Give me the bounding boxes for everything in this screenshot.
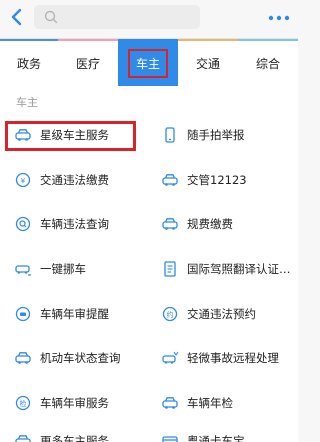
accident-icon <box>161 349 179 367</box>
service-label: 随手拍举报 <box>187 128 245 142</box>
service-item-annual-reminder[interactable]: 车辆年审提醒 <box>14 295 144 333</box>
service-item-annual-service[interactable]: 检 车辆年审服务 <box>14 384 144 422</box>
car-icon <box>161 171 179 189</box>
more-icon[interactable] <box>268 10 290 24</box>
service-item-violation-fee[interactable]: ¥ 交通违法缴费 <box>14 161 144 199</box>
list-row: 车辆违法查询 规费缴费 <box>0 205 298 243</box>
service-label: 更多车主服务 <box>40 434 109 442</box>
tab-label: 车主 <box>127 48 168 78</box>
top-bar <box>0 0 298 36</box>
service-label: 机动车状态查询 <box>40 351 121 365</box>
document-icon <box>161 260 179 278</box>
service-item-move-car[interactable]: 一键挪车 <box>14 250 144 288</box>
service-label: 车辆年审服务 <box>40 396 109 410</box>
reminder-icon <box>14 305 32 323</box>
service-item-accident[interactable]: 轻微事故远程处理 <box>161 339 293 377</box>
list-row: 机动车状态查询 轻微事故远程处理 <box>0 339 298 377</box>
tab-general[interactable]: 综合 <box>238 39 298 87</box>
car-icon <box>14 432 32 442</box>
service-label: 交通违法预约 <box>187 307 256 321</box>
service-label: 车辆年审提醒 <box>40 307 109 321</box>
list-row: 检 车辆年审服务 车辆年检 <box>0 384 298 422</box>
service-label: 交通违法缴费 <box>40 173 109 187</box>
tab-car-owner[interactable]: 车主 <box>118 39 178 87</box>
service-label: 国际驾照翻译认证… <box>187 262 291 276</box>
service-item-violation-search[interactable]: 车辆违法查询 <box>14 205 144 243</box>
tab-label: 医疗 <box>75 56 100 71</box>
back-icon[interactable] <box>8 8 26 26</box>
tab-label: 交通 <box>195 56 220 71</box>
violation-search-icon <box>14 215 32 233</box>
inspection-icon: 检 <box>14 394 32 412</box>
service-label: 车辆年检 <box>187 396 233 410</box>
tab-accent <box>238 39 298 41</box>
svg-text:¥: ¥ <box>21 177 26 185</box>
list-row: 一键挪车 国际驾照翻译认证… <box>0 250 298 288</box>
svg-text:约: 约 <box>167 310 174 319</box>
service-label: 车辆违法查询 <box>40 217 109 231</box>
violation-fee-icon: ¥ <box>14 171 32 189</box>
car-move-icon <box>14 260 32 278</box>
highlight-box <box>5 121 136 151</box>
search-input[interactable] <box>34 5 200 29</box>
service-label: 粤通卡车宝 <box>187 434 245 442</box>
tab-label: 政务 <box>16 56 41 71</box>
tab-accent <box>58 39 118 41</box>
list-row: 更多车主服务 粤通卡车宝 <box>0 422 298 442</box>
svg-text:检: 检 <box>20 399 27 408</box>
service-label: 交管12123 <box>187 173 247 187</box>
car-icon <box>14 349 32 367</box>
card-icon <box>161 432 179 442</box>
tab-medical[interactable]: 医疗 <box>58 39 118 87</box>
tab-traffic[interactable]: 交通 <box>178 39 238 87</box>
phone-icon <box>161 126 179 144</box>
tab-government[interactable]: 政务 <box>0 39 58 87</box>
section-title: 车主 <box>16 96 38 109</box>
list-row: ¥ 交通违法缴费 交管12123 <box>0 161 298 199</box>
service-item-annual-inspection[interactable]: 车辆年检 <box>161 384 293 422</box>
list-row: 车辆年审提醒 约 交通违法预约 <box>0 295 298 333</box>
service-list: 车主 星级车主服务 随手拍举报 ¥ 交通违法缴费 交管12123 车辆违法查询 … <box>0 86 298 442</box>
search-icon <box>44 10 58 24</box>
tab-accent <box>0 39 58 41</box>
tab-label: 综合 <box>255 56 280 71</box>
service-label: 轻微事故远程处理 <box>187 351 279 365</box>
car-icon <box>161 215 179 233</box>
tab-accent <box>178 39 238 41</box>
service-item-photo-report[interactable]: 随手拍举报 <box>161 116 293 154</box>
car-icon <box>161 394 179 412</box>
service-item-more[interactable]: 更多车主服务 <box>14 422 144 442</box>
service-label: 一键挪车 <box>40 262 86 276</box>
service-item-fee-payment[interactable]: 规费缴费 <box>161 205 293 243</box>
service-item-violation-appointment[interactable]: 约 交通违法预约 <box>161 295 293 333</box>
service-label: 规费缴费 <box>187 217 233 231</box>
category-tabs: 政务 医疗 车主 交通 综合 <box>0 38 298 87</box>
service-item-vehicle-status[interactable]: 机动车状态查询 <box>14 339 144 377</box>
service-item-yuetong-card[interactable]: 粤通卡车宝 <box>161 422 293 442</box>
appointment-icon: 约 <box>161 305 179 323</box>
service-item-12123[interactable]: 交管12123 <box>161 161 293 199</box>
service-item-intl-license[interactable]: 国际驾照翻译认证… <box>161 250 293 288</box>
